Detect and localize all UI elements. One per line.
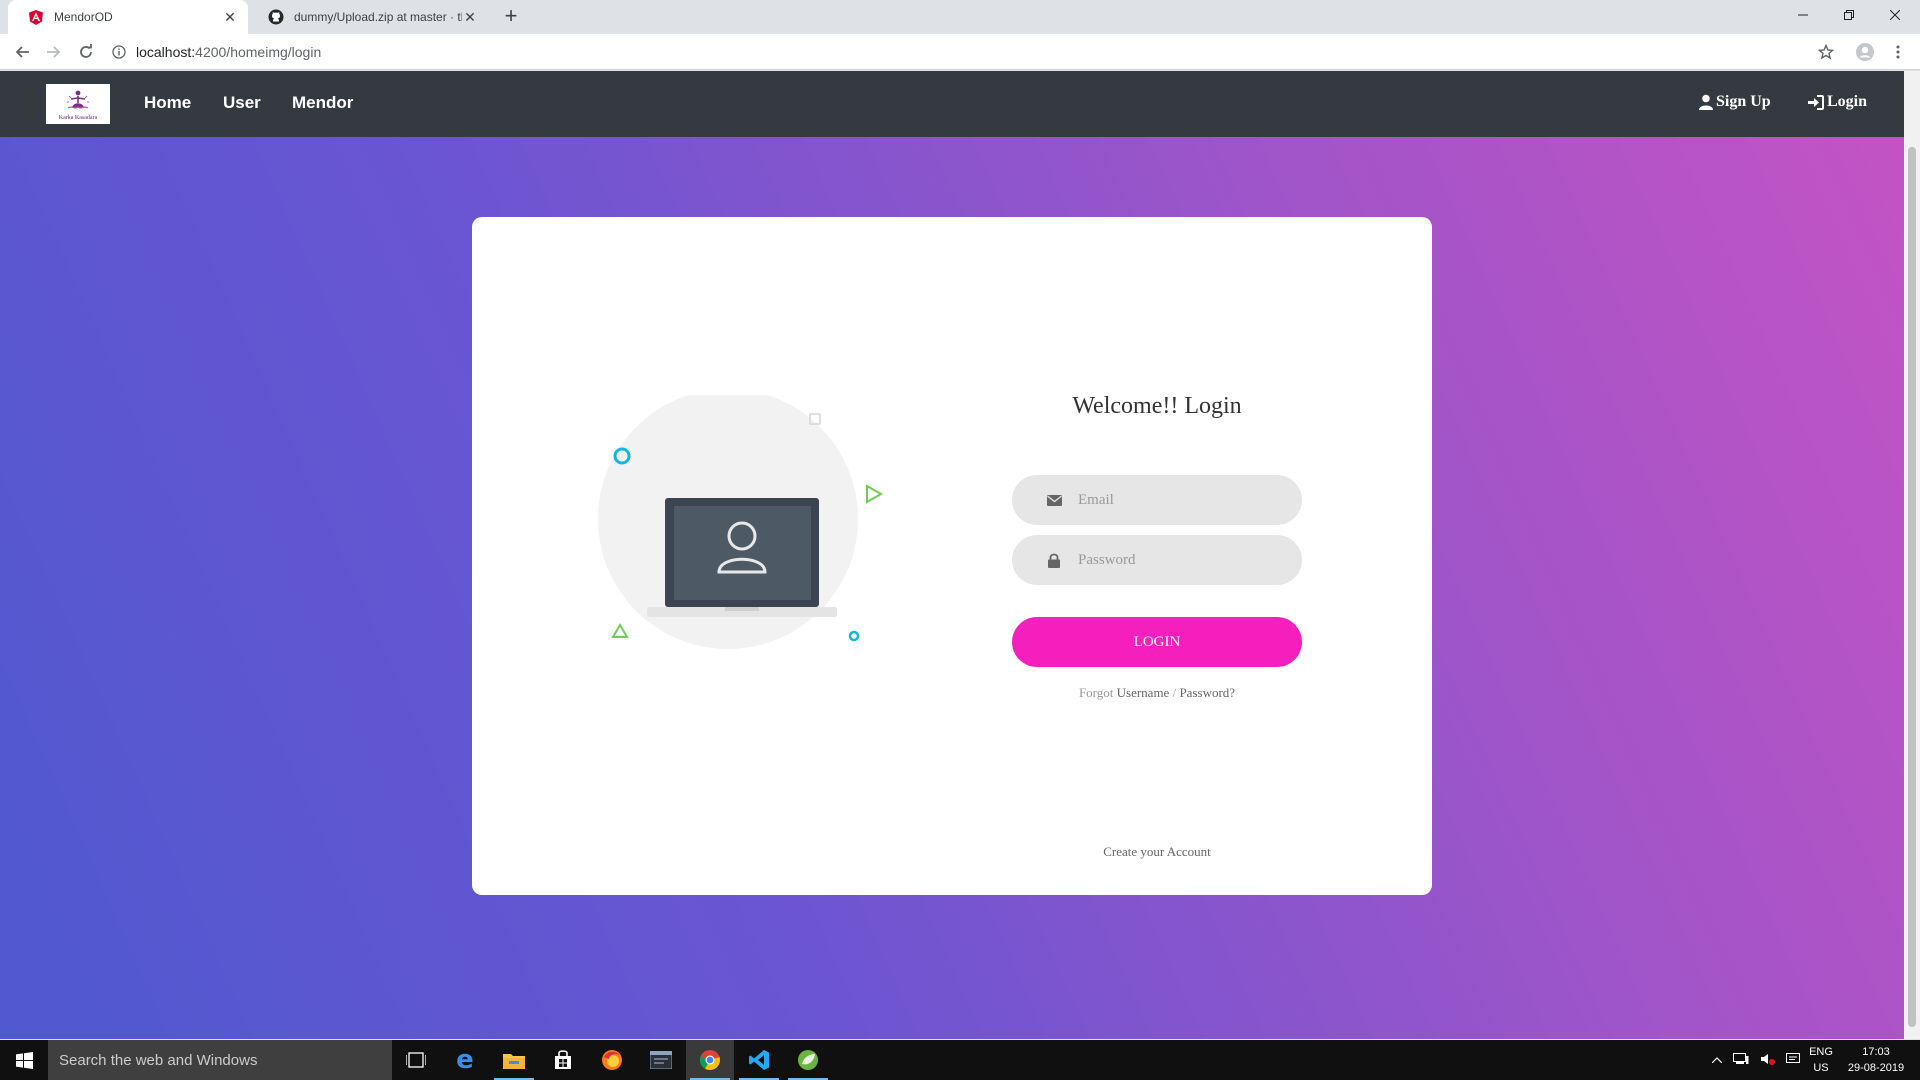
login-title: Welcome!! Login (1072, 393, 1242, 419)
task-view-icon[interactable] (392, 1040, 440, 1080)
login-card: Welcome!! Login LOGIN Forgot Username / … (472, 217, 1432, 895)
page-scrollbar[interactable] (1904, 71, 1920, 1039)
forgot-password-link[interactable]: Password? (1179, 685, 1235, 700)
brand-text: Karka Kasadara (58, 114, 98, 121)
menu-kebab-icon[interactable] (1886, 40, 1910, 64)
taskbar-search[interactable]: Search the web and Windows (48, 1040, 392, 1080)
edge-browser-icon[interactable]: e (441, 1040, 489, 1080)
spring-tool-suite-icon[interactable] (784, 1040, 832, 1080)
forgot-username-link[interactable]: Username (1117, 685, 1170, 700)
password-input[interactable] (1078, 551, 1278, 569)
tab-title: MendorOD (54, 10, 113, 24)
dot-decoration-icon (848, 630, 860, 642)
yoga-logo-icon (67, 90, 89, 109)
file-explorer-icon[interactable] (490, 1040, 538, 1080)
password-field[interactable] (1012, 535, 1302, 585)
email-input[interactable] (1078, 491, 1278, 509)
browser-toolbar: localhost: 4200/homeimg/login (0, 34, 1920, 70)
nav-mendor-link[interactable]: Mendor (292, 93, 353, 113)
vscode-icon[interactable] (735, 1040, 783, 1080)
reload-icon[interactable] (74, 40, 98, 64)
login-link[interactable]: Login (1808, 93, 1867, 111)
envelope-icon (1044, 494, 1064, 506)
email-field[interactable] (1012, 475, 1302, 525)
signup-label: Sign Up (1716, 93, 1771, 110)
windows-taskbar: Search the web and Windows e ENG US 17:0… (0, 1040, 1920, 1080)
notifications-icon[interactable] (1785, 1052, 1800, 1068)
address-bar[interactable]: localhost: 4200/homeimg/login (112, 38, 1812, 66)
forgot-prefix: Forgot (1078, 685, 1114, 700)
url-path: 4200/homeimg/login (195, 44, 322, 60)
chrome-icon[interactable] (686, 1040, 734, 1080)
terminal-app-icon[interactable] (637, 1040, 685, 1080)
system-tray (1706, 1040, 1806, 1080)
close-icon[interactable]: ✕ (462, 9, 478, 25)
forgot-separator: / (1172, 685, 1177, 700)
signup-link[interactable]: Sign Up (1699, 93, 1771, 111)
play-triangle-decoration-icon (866, 484, 884, 504)
network-icon[interactable] (1733, 1052, 1749, 1068)
page-viewport: Karka Kasadara Home User Mendor Sign Up … (0, 71, 1904, 1039)
login-label: Login (1827, 93, 1868, 110)
clock-date: 29-08-2019 (1847, 1062, 1905, 1074)
chevron-up-icon[interactable] (1711, 1054, 1723, 1066)
lock-icon (1044, 553, 1064, 568)
lang-region: US (1813, 1062, 1829, 1074)
profile-avatar-icon[interactable] (1853, 40, 1877, 64)
url-host: localhost: (136, 44, 196, 60)
taskbar-clock[interactable]: 17:03 29-08-2019 (1836, 1044, 1916, 1076)
sign-in-icon (1808, 94, 1824, 110)
browser-tab-strip: MendorOD ✕ dummy/Upload.zip at master · … (0, 0, 1920, 34)
nav-home-link[interactable]: Home (144, 93, 191, 113)
bookmark-star-icon[interactable] (1814, 40, 1838, 64)
user-icon (1699, 94, 1713, 110)
login-button[interactable]: LOGIN (1012, 617, 1302, 667)
windows-start-icon[interactable] (0, 1040, 48, 1080)
minimize-button[interactable] (1780, 0, 1826, 30)
brand-logo[interactable]: Karka Kasadara (46, 84, 110, 124)
nav-user-link[interactable]: User (223, 93, 261, 113)
forward-arrow-icon[interactable] (42, 40, 66, 64)
firefox-icon[interactable] (588, 1040, 636, 1080)
forgot-credentials: Forgot Username / Password? (1012, 685, 1302, 701)
laptop-user-illustration (598, 395, 884, 649)
scrollbar-thumb[interactable] (1908, 147, 1916, 1027)
volume-muted-icon[interactable] (1760, 1053, 1775, 1068)
close-window-button[interactable] (1872, 0, 1918, 30)
tab-mendorod[interactable]: MendorOD ✕ (8, 0, 248, 34)
info-icon[interactable] (112, 45, 126, 59)
app-navbar: Karka Kasadara Home User Mendor Sign Up … (0, 71, 1904, 137)
input-language[interactable]: ENG US (1806, 1044, 1836, 1076)
clock-time: 17:03 (1862, 1046, 1890, 1058)
github-icon (268, 9, 284, 25)
tab-title: dummy/Upload.zip at master · th (294, 10, 462, 24)
taskbar-search-placeholder: Search the web and Windows (59, 1051, 258, 1069)
store-icon[interactable] (539, 1040, 587, 1080)
back-arrow-icon[interactable] (10, 40, 34, 64)
new-tab-button[interactable]: + (500, 5, 522, 28)
tab-github[interactable]: dummy/Upload.zip at master · th ✕ (248, 0, 488, 34)
restore-button[interactable] (1826, 0, 1872, 30)
close-icon[interactable]: ✕ (222, 9, 238, 25)
triangle-decoration-icon (611, 623, 629, 638)
lang-code: ENG (1809, 1046, 1833, 1058)
angular-icon (28, 9, 44, 25)
create-account-link[interactable]: Create your Account (1012, 844, 1302, 860)
